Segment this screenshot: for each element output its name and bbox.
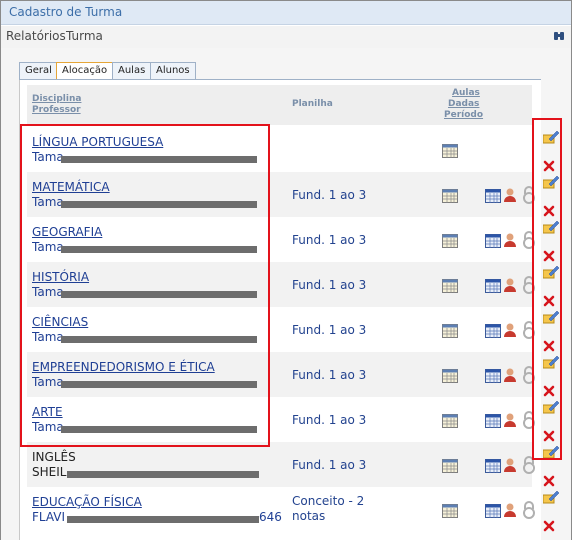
teacher-user-icon[interactable] <box>502 322 518 337</box>
delete-x-icon[interactable] <box>543 472 555 487</box>
table-row: INGLÊS SHEIL Fund. 1 ao 3 <box>27 442 560 487</box>
tab-general[interactable]: Geral <box>19 62 58 79</box>
table-header: Disciplina Professor Planilha Aulas Dada… <box>27 85 532 125</box>
lessons-grid-icon[interactable] <box>442 368 458 383</box>
window-title: Cadastro de Turma <box>9 5 123 19</box>
teacher-user-icon[interactable] <box>502 187 518 202</box>
header-lessons-3[interactable]: Período <box>444 110 483 121</box>
title-bar: Cadastro de Turma <box>1 1 571 25</box>
calendar-grid-icon[interactable] <box>485 503 501 518</box>
header-lessons-2[interactable]: Dadas <box>448 99 479 110</box>
header-plan: Planilha <box>292 99 333 109</box>
calendar-grid-icon[interactable] <box>485 413 501 428</box>
lessons-grid-icon[interactable] <box>442 413 458 428</box>
lessons-grid-icon[interactable] <box>442 188 458 203</box>
discipline-link[interactable]: EDUCAÇÃO FÍSICA <box>32 495 142 509</box>
class-register-window: Cadastro de Turma Relatórios Turma Geral… <box>0 0 572 540</box>
binoculars-icon[interactable] <box>553 30 565 42</box>
redaction-bar <box>67 516 259 523</box>
disciplines-highlight-box <box>20 124 270 447</box>
plan-value: Fund. 1 ao 3 <box>292 278 367 292</box>
header-discipline[interactable]: Disciplina <box>32 94 81 105</box>
calendar-grid-icon[interactable] <box>485 233 501 248</box>
lessons-grid-icon[interactable] <box>442 323 458 338</box>
teacher-user-icon[interactable] <box>502 412 518 427</box>
lessons-grid-icon[interactable] <box>442 458 458 473</box>
edit-pencil-icon[interactable] <box>542 489 560 504</box>
delete-x-icon[interactable] <box>543 517 555 532</box>
plan-value: Conceito - 2 notas <box>292 494 365 523</box>
teacher-user-icon[interactable] <box>502 277 518 292</box>
calendar-grid-icon[interactable] <box>485 278 501 293</box>
header-teacher[interactable]: Professor <box>32 105 81 116</box>
discipline-link[interactable]: INGLÊS <box>32 450 76 464</box>
plan-value: Fund. 1 ao 3 <box>292 368 367 382</box>
tab-students[interactable]: Alunos <box>150 62 196 79</box>
calendar-grid-icon[interactable] <box>485 368 501 383</box>
teacher-user-icon[interactable] <box>502 457 518 472</box>
calendar-grid-icon[interactable] <box>485 458 501 473</box>
calendar-grid-icon[interactable] <box>485 188 501 203</box>
menu-reports[interactable]: Relatórios <box>6 29 66 43</box>
calendar-grid-icon[interactable] <box>485 323 501 338</box>
lessons-grid-icon[interactable] <box>442 143 458 158</box>
plan-value: Fund. 1 ao 3 <box>292 413 367 427</box>
table-row: EDUCAÇÃO FÍSICA FLAVI 646 Conceito - 2 nota… <box>27 487 560 532</box>
teacher-user-icon[interactable] <box>502 232 518 247</box>
teacher-user-icon[interactable] <box>502 367 518 382</box>
lessons-grid-icon[interactable] <box>442 233 458 248</box>
plan-value: Fund. 1 ao 3 <box>292 188 367 202</box>
actions-highlight-box <box>532 118 562 460</box>
lock-icon[interactable] <box>521 501 537 519</box>
menu-bar: Relatórios Turma <box>1 26 571 48</box>
lessons-grid-icon[interactable] <box>442 503 458 518</box>
lessons-grid-icon[interactable] <box>442 278 458 293</box>
redaction-bar <box>67 471 259 478</box>
tab-lessons[interactable]: Aulas <box>112 62 152 79</box>
tab-allocation[interactable]: Alocação <box>56 62 114 80</box>
plan-value: Fund. 1 ao 3 <box>292 323 367 337</box>
plan-value: Fund. 1 ao 3 <box>292 233 367 247</box>
teacher-user-icon[interactable] <box>502 502 518 517</box>
plan-value: Fund. 1 ao 3 <box>292 458 367 472</box>
header-lessons-1[interactable]: Aulas <box>452 88 480 99</box>
menu-class[interactable]: Turma <box>66 29 103 43</box>
